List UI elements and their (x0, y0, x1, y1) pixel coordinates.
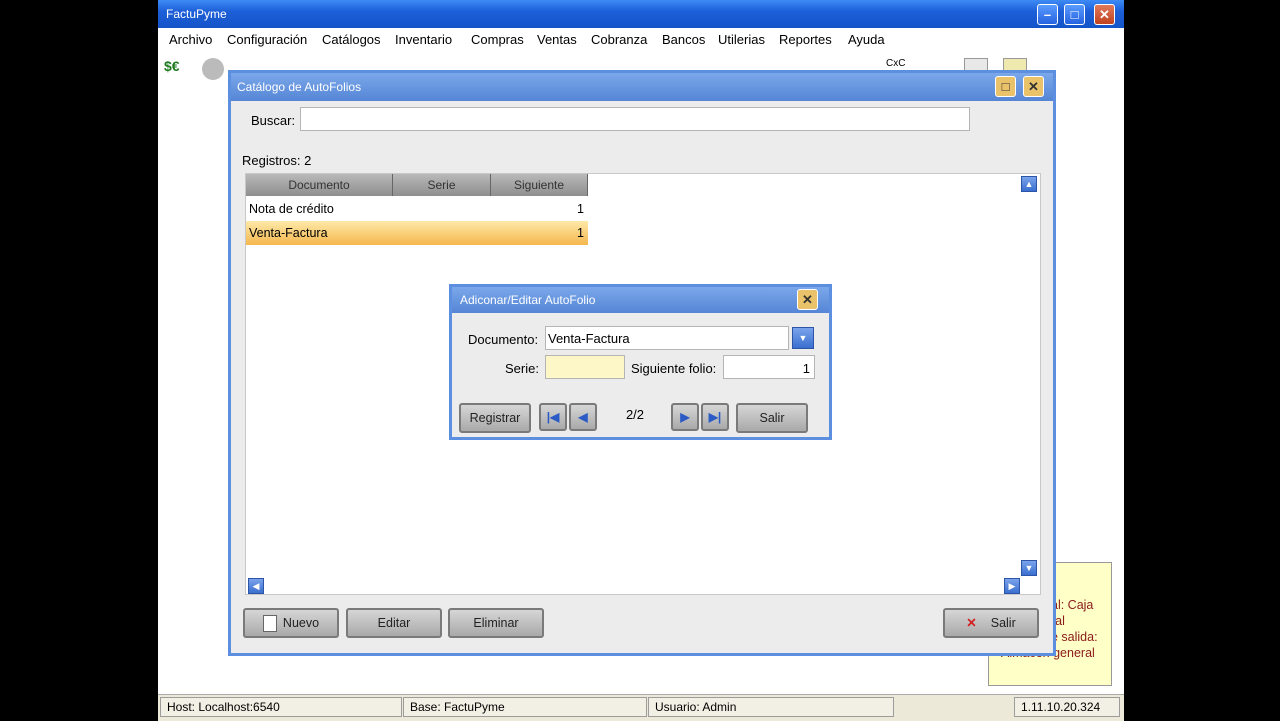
scroll-up-button[interactable]: ▲ (1021, 176, 1037, 192)
status-usuario: Usuario: Admin (648, 697, 894, 717)
cell-documento: Nota de crédito (249, 202, 334, 216)
maximize-button[interactable]: □ (995, 76, 1016, 97)
app-title: FactuPyme (166, 7, 227, 21)
menu-ayuda[interactable]: Ayuda (848, 32, 885, 47)
menu-inventario[interactable]: Inventario (395, 32, 452, 47)
catalog-titlebar: Catálogo de AutoFolios □ ✕ (231, 73, 1053, 101)
documento-select[interactable]: Venta-Factura (545, 326, 789, 350)
column-header-documento[interactable]: Documento (246, 174, 393, 196)
scroll-down-button[interactable]: ▼ (1021, 560, 1037, 576)
salir-button[interactable]: ✕ Salir (943, 608, 1039, 638)
next-record-icon[interactable]: ▶ (671, 403, 699, 431)
dialog-titlebar: Adiconar/Editar AutoFolio ✕ (452, 287, 829, 313)
cell-documento: Venta-Factura (249, 226, 328, 240)
scroll-left-button[interactable]: ◀ (248, 578, 264, 594)
first-record-icon[interactable]: |◀ (539, 403, 567, 431)
menu-catalogos[interactable]: Catálogos (322, 32, 381, 47)
documento-value: Venta-Factura (548, 331, 630, 346)
last-record-icon[interactable]: ▶| (701, 403, 729, 431)
close-icon: ✕ (966, 616, 977, 630)
close-button[interactable]: ✕ (1023, 76, 1044, 97)
minimize-button[interactable]: – (1037, 4, 1058, 25)
new-document-icon (262, 615, 277, 633)
menu-ventas[interactable]: Ventas (537, 32, 577, 47)
status-bar: Host: Localhost:6540 Base: FactuPyme Usu… (158, 694, 1124, 721)
cell-siguiente: 1 (577, 202, 584, 216)
menu-bancos[interactable]: Bancos (662, 32, 705, 47)
salir-label: Salir (990, 616, 1016, 630)
menu-archivo[interactable]: Archivo (169, 32, 212, 47)
documento-label: Documento: (468, 332, 539, 347)
dialog-title: Adiconar/Editar AutoFolio (460, 293, 596, 307)
catalog-title: Catálogo de AutoFolios (237, 80, 362, 94)
menu-reportes[interactable]: Reportes (779, 32, 832, 47)
menu-bar: Archivo Configuración Catálogos Inventar… (158, 28, 1124, 52)
table-row[interactable]: Nota de crédito 1 (246, 197, 588, 221)
scroll-right-button[interactable]: ▶ (1004, 578, 1020, 594)
eliminar-button[interactable]: Eliminar (448, 608, 544, 638)
status-version: 1.11.10.20.324 (1014, 697, 1120, 717)
salir-button[interactable]: Salir (736, 403, 808, 433)
close-button[interactable]: ✕ (797, 289, 818, 310)
page-indicator: 2/2 (625, 407, 645, 422)
maximize-button[interactable]: □ (1064, 4, 1085, 25)
nuevo-label: Nuevo (282, 616, 320, 630)
serie-input[interactable] (545, 355, 625, 379)
siguiente-folio-value: 1 (802, 361, 810, 376)
main-titlebar: FactuPyme – □ ✕ (158, 0, 1124, 28)
nuevo-button[interactable]: Nuevo (243, 608, 339, 638)
siguiente-folio-input[interactable]: 1 (723, 355, 815, 379)
autofolio-dialog: Adiconar/Editar AutoFolio ✕ Documento: V… (449, 284, 832, 440)
tooltip-line: e salida: (1051, 630, 1098, 644)
column-header-serie[interactable]: Serie (393, 174, 491, 196)
column-header-siguiente[interactable]: Siguiente (491, 174, 588, 196)
menu-configuracion[interactable]: Configuración (227, 32, 307, 47)
menu-utilerias[interactable]: Utilerias (718, 32, 765, 47)
cell-siguiente: 1 (577, 226, 584, 240)
status-base: Base: FactuPyme (403, 697, 647, 717)
records-count: Registros: 2 (242, 153, 312, 168)
registrar-button[interactable]: Registrar (459, 403, 531, 433)
gear-icon[interactable] (202, 58, 224, 80)
chevron-down-icon[interactable]: ▼ (792, 327, 814, 349)
editar-button[interactable]: Editar (346, 608, 442, 638)
serie-label: Serie: (505, 361, 539, 376)
previous-record-icon[interactable]: ◀ (569, 403, 597, 431)
siguiente-folio-label: Siguiente folio: (631, 361, 717, 376)
status-host: Host: Localhost:6540 (160, 697, 402, 717)
search-label: Buscar: (251, 113, 296, 128)
currency-icon[interactable]: $€ (164, 58, 186, 80)
tooltip-line: al: Caja (1051, 598, 1094, 612)
close-button[interactable]: ✕ (1094, 4, 1115, 25)
table-row-selected[interactable]: Venta-Factura 1 (246, 221, 588, 245)
menu-cobranza[interactable]: Cobranza (591, 32, 647, 47)
search-input[interactable] (300, 107, 970, 131)
menu-compras[interactable]: Compras (471, 32, 524, 47)
